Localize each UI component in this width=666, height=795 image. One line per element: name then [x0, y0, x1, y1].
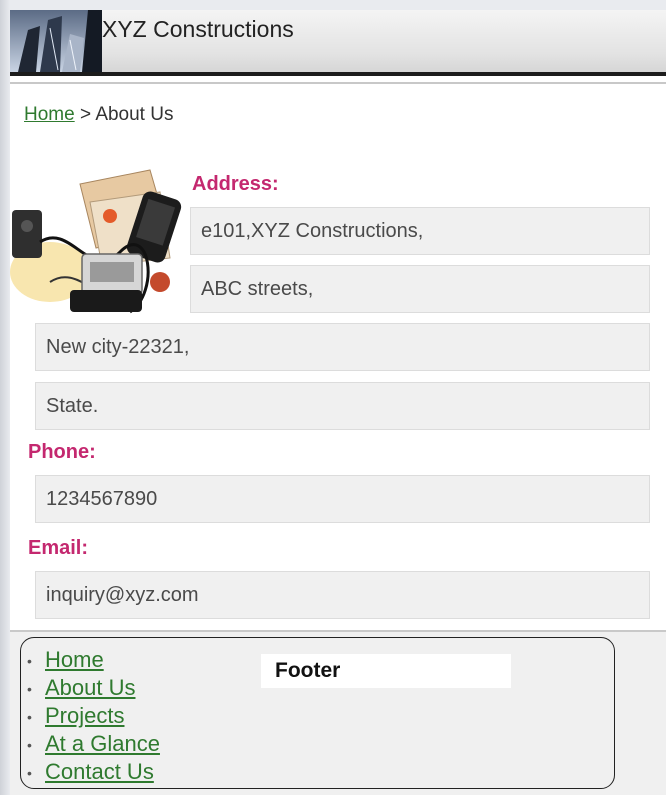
address-line-3: New city-22321, [35, 323, 650, 371]
phone-value: 1234567890 [35, 475, 650, 523]
address-line-4: State. [35, 382, 650, 430]
email-value: inquiry@xyz.com [35, 571, 650, 619]
address-line-1: e101,XYZ Constructions, [190, 207, 650, 255]
footer-link-at-a-glance[interactable]: At a Glance [45, 731, 160, 756]
address-label: Address: [192, 173, 279, 195]
breadcrumb-separator: > [79, 104, 92, 125]
breadcrumb: Home > About Us [24, 104, 173, 126]
window-frame-left [0, 0, 10, 795]
bullet-icon: • [27, 765, 32, 782]
footer-nav-item: • Contact Us [27, 758, 160, 786]
footer-nav: • Home • About Us • Projects • At a Glance •… [27, 646, 160, 786]
footer-label-box: Footer [261, 654, 511, 688]
footer-link-contact-us[interactable]: Contact Us [45, 759, 154, 784]
office-gadgets-illustration [10, 162, 198, 322]
footer-link-about-us[interactable]: About Us [45, 675, 136, 700]
site-header: XYZ Constructions [10, 10, 666, 76]
footer-nav-item: • Home [27, 646, 160, 674]
footer: • Home • About Us • Projects • At a Glance •… [20, 637, 615, 789]
footer-label: Footer [275, 659, 341, 682]
page: XYZ Constructions Home > About Us Addres… [10, 10, 666, 795]
breadcrumb-current: About Us [95, 104, 174, 125]
footer-nav-item: • About Us [27, 674, 160, 702]
address-line-2: ABC streets, [190, 265, 650, 313]
bullet-icon: • [27, 681, 32, 698]
footer-link-home[interactable]: Home [45, 647, 104, 672]
bullet-icon: • [27, 737, 32, 754]
building-skyline-icon [10, 10, 102, 72]
window-frame-top [0, 0, 666, 10]
header-divider [10, 82, 666, 84]
bullet-icon: • [27, 709, 32, 726]
footer-nav-item: • Projects [27, 702, 160, 730]
site-title: XYZ Constructions [102, 16, 294, 42]
breadcrumb-home-link[interactable]: Home [24, 104, 75, 125]
email-label: Email: [28, 537, 89, 559]
footer-link-projects[interactable]: Projects [45, 703, 124, 728]
phone-label: Phone: [28, 441, 96, 463]
footer-nav-item: • At a Glance [27, 730, 160, 758]
bullet-icon: • [27, 653, 32, 670]
